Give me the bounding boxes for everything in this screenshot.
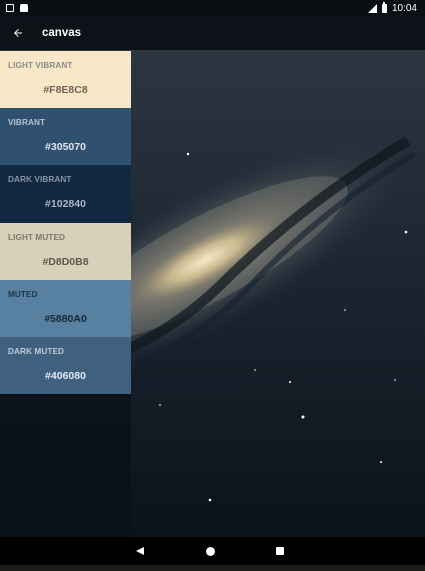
recents-square-icon — [276, 547, 284, 555]
status-left — [0, 4, 28, 12]
palette-list: LIGHT VIBRANT #F8E8C8 VIBRANT #305070 DA… — [0, 51, 131, 395]
palette-swatch-light-vibrant[interactable]: LIGHT VIBRANT #F8E8C8 — [0, 51, 131, 109]
notification-icon — [6, 4, 14, 12]
battery-icon — [381, 1, 387, 13]
palette-swatch-light-muted[interactable]: LIGHT MUTED #D8D0B8 — [0, 222, 131, 280]
swatch-hex: #102840 — [45, 198, 86, 211]
palette-swatch-muted[interactable]: MUTED #5880A0 — [0, 279, 131, 337]
android-icon — [20, 4, 28, 12]
signal-icon — [367, 3, 377, 13]
palette-empty-area — [0, 394, 131, 537]
app-toolbar: canvas — [0, 16, 425, 50]
back-button[interactable] — [0, 16, 36, 50]
swatch-hex: #406080 — [45, 369, 86, 382]
status-bar: 10:04 — [0, 0, 425, 16]
swatch-name: LIGHT MUTED — [8, 232, 66, 242]
back-triangle-icon — [136, 547, 144, 555]
swatch-name: VIBRANT — [8, 118, 46, 128]
swatch-hex: #F8E8C8 — [43, 84, 88, 96]
nav-home-button[interactable] — [190, 537, 230, 565]
arrow-back-icon — [14, 29, 22, 37]
swatch-hex: #D8D0B8 — [42, 255, 89, 268]
toolbar-title: canvas — [42, 27, 82, 39]
bottom-strip — [0, 565, 425, 571]
swatch-hex: #305070 — [45, 141, 86, 154]
palette-swatch-dark-muted[interactable]: DARK MUTED #406080 — [0, 336, 131, 395]
nav-back-button[interactable] — [120, 537, 160, 565]
home-circle-icon — [205, 546, 215, 556]
status-right: 10:04 — [367, 1, 425, 14]
swatch-name: MUTED — [8, 289, 38, 299]
palette-swatch-vibrant[interactable]: VIBRANT #305070 — [0, 108, 131, 166]
status-time: 10:04 — [391, 2, 417, 14]
swatch-hex: #5880A0 — [44, 312, 87, 325]
palette-swatch-dark-vibrant[interactable]: DARK VIBRANT #102840 — [0, 165, 131, 223]
swatch-name: DARK VIBRANT — [8, 175, 72, 185]
nav-recents-button[interactable] — [260, 537, 300, 565]
swatch-name: LIGHT VIBRANT — [8, 61, 73, 70]
swatch-name: DARK MUTED — [8, 346, 65, 356]
